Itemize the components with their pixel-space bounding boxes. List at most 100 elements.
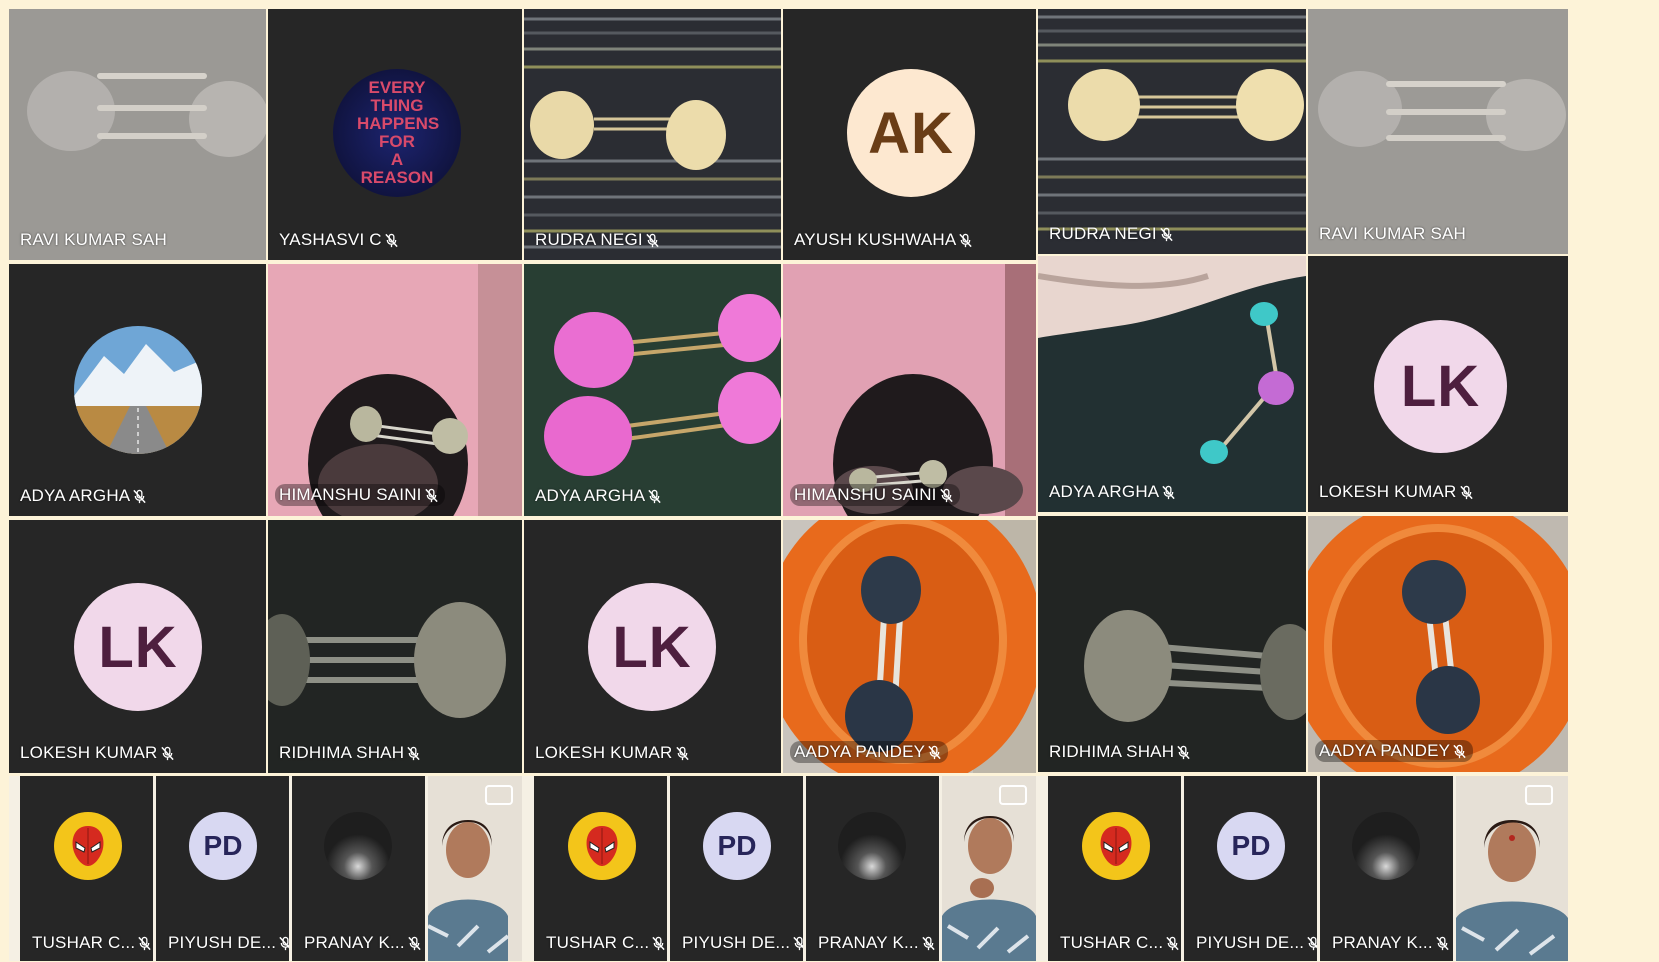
participant-name-label: TUSHAR C... [546, 933, 666, 953]
participant-tile[interactable]: RIDHIMA SHAH [268, 520, 522, 773]
participant-tile[interactable]: PRANAY K... [292, 776, 425, 961]
participant-name-label: TUSHAR C... [1060, 933, 1180, 953]
mic-off-icon [928, 745, 941, 759]
participant-tile[interactable]: ADYA ARGHA [9, 264, 266, 516]
participant-name-label: RAVI KUMAR SAH [20, 230, 168, 249]
presenter-tile[interactable] [428, 776, 522, 961]
avatar: PD [189, 812, 257, 880]
mic-off-icon [675, 746, 689, 760]
mic-off-icon [652, 936, 665, 950]
avatar [74, 326, 202, 454]
video-feed [1038, 9, 1306, 254]
avatar: LK [588, 583, 716, 711]
participant-name-label: RAVI KUMAR SAH [1319, 224, 1467, 243]
mic-off-icon [646, 233, 659, 247]
mic-off-icon [1177, 745, 1190, 759]
mic-off-icon [1160, 227, 1173, 241]
participant-name-label: AYUSH KUSHWAHA [794, 230, 973, 250]
participant-name-label: PRANAY K... [304, 933, 422, 953]
avatar-initials: PD [203, 830, 243, 861]
video-feed [1038, 256, 1306, 512]
participant-tile[interactable]: RAVI KUMAR SAH [1308, 9, 1568, 254]
participant-tile[interactable]: RUDRA NEGI [1038, 9, 1306, 254]
participant-tile[interactable]: TUSHAR C... [20, 776, 153, 961]
video-feed [1308, 516, 1568, 772]
avatar [838, 812, 906, 880]
avatar-initials: PD [1231, 830, 1271, 861]
participant-name-label: AADYA PANDEY [790, 741, 949, 763]
mic-off-icon [133, 489, 147, 503]
participant-tile[interactable]: AADYA PANDEY [1308, 516, 1568, 772]
participant-name-label: ADYA ARGHA [20, 486, 147, 506]
avatar: LK [1374, 320, 1507, 453]
mic-off-icon [939, 488, 953, 502]
participant-tile[interactable]: PRANAY K... [1320, 776, 1453, 961]
mic-off-icon [1453, 744, 1466, 758]
participant-tile[interactable]: LK LOKESH KUMAR [524, 520, 781, 773]
mic-off-icon [385, 233, 398, 247]
mic-off-icon [1436, 936, 1449, 950]
spider-mask-icon [586, 826, 618, 866]
spider-mask-icon [72, 826, 104, 866]
avatar-initials: LK [612, 614, 692, 680]
video-feed [268, 264, 522, 516]
participant-tile[interactable]: TUSHAR C... [1048, 776, 1181, 961]
participant-tile[interactable]: AK AYUSH KUSHWAHA [783, 9, 1036, 260]
participant-tile[interactable]: LK LOKESH KUMAR [9, 520, 266, 773]
avatar: LK [74, 583, 202, 711]
video-feed [1308, 9, 1568, 254]
participant-strip: TUSHAR C... PD PIYUSH DE... PRANAY K... [9, 776, 1568, 961]
participant-name-label: RUDRA NEGI [1049, 224, 1174, 244]
mic-off-icon [279, 936, 289, 950]
participant-tile[interactable]: HIMANSHU SAINI [783, 264, 1036, 516]
video-feed [783, 520, 1036, 773]
mic-off-icon [959, 233, 973, 247]
spider-mask-icon [1100, 826, 1132, 866]
participant-tile[interactable]: TUSHAR C... [534, 776, 667, 961]
avatar: PD [703, 812, 771, 880]
mic-off-icon [1459, 485, 1473, 499]
participant-name-label: HIMANSHU SAINI [275, 484, 445, 506]
participant-name-label: TUSHAR C... [32, 933, 152, 953]
avatar-initials: LK [98, 614, 178, 680]
presenter-tile[interactable] [1456, 776, 1568, 961]
mic-off-icon [1166, 936, 1179, 950]
avatar [1082, 812, 1150, 880]
participant-tile[interactable]: HIMANSHU SAINI [268, 264, 522, 516]
participant-name-label: LOKESH KUMAR [535, 743, 690, 763]
video-feed [783, 264, 1036, 516]
participant-tile[interactable]: LK LOKESH KUMAR [1308, 256, 1568, 512]
participant-tile[interactable]: RAVI KUMAR SAH [9, 9, 266, 260]
mic-off-icon [424, 488, 438, 502]
video-feed [524, 264, 781, 516]
participant-tile[interactable]: PRANAY K... [806, 776, 939, 961]
avatar-initials: PD [717, 830, 757, 861]
avatar [54, 812, 122, 880]
participant-name-label: RIDHIMA SHAH [1049, 742, 1191, 762]
mic-off-icon [1162, 485, 1176, 499]
presenter-tile[interactable] [942, 776, 1036, 961]
participant-name-label: PRANAY K... [1332, 933, 1450, 953]
participant-tile[interactable]: PD PIYUSH DE... [670, 776, 803, 961]
mic-off-icon [138, 936, 151, 950]
participant-name-label: RIDHIMA SHAH [279, 743, 421, 763]
avatar: PD [1217, 812, 1285, 880]
participant-tile[interactable]: RIDHIMA SHAH [1038, 516, 1306, 772]
participant-name-label: YASHASVI C [279, 230, 399, 250]
participant-tile[interactable]: PD PIYUSH DE... [1184, 776, 1317, 961]
participant-tile[interactable]: ADYA ARGHA [1038, 256, 1306, 512]
participant-tile[interactable]: AADYA PANDEY [783, 520, 1036, 773]
participant-tile[interactable]: ADYA ARGHA [524, 264, 781, 516]
mic-off-icon [408, 936, 421, 950]
participant-name-label: ADYA ARGHA [535, 486, 662, 506]
avatar [568, 812, 636, 880]
participant-name-label: ADYA ARGHA [1049, 482, 1176, 502]
participant-tile[interactable]: EVERY THING HAPPENS FOR A REASON YASHASV… [268, 9, 522, 260]
participant-tile[interactable]: PD PIYUSH DE... [156, 776, 289, 961]
avatar-text: EVERY THING HAPPENS FOR A REASON [357, 78, 440, 187]
video-feed [524, 9, 781, 260]
presenter-video [1456, 776, 1568, 961]
mic-off-icon [160, 746, 174, 760]
video-feed [1038, 516, 1306, 772]
participant-tile[interactable]: RUDRA NEGI [524, 9, 781, 260]
